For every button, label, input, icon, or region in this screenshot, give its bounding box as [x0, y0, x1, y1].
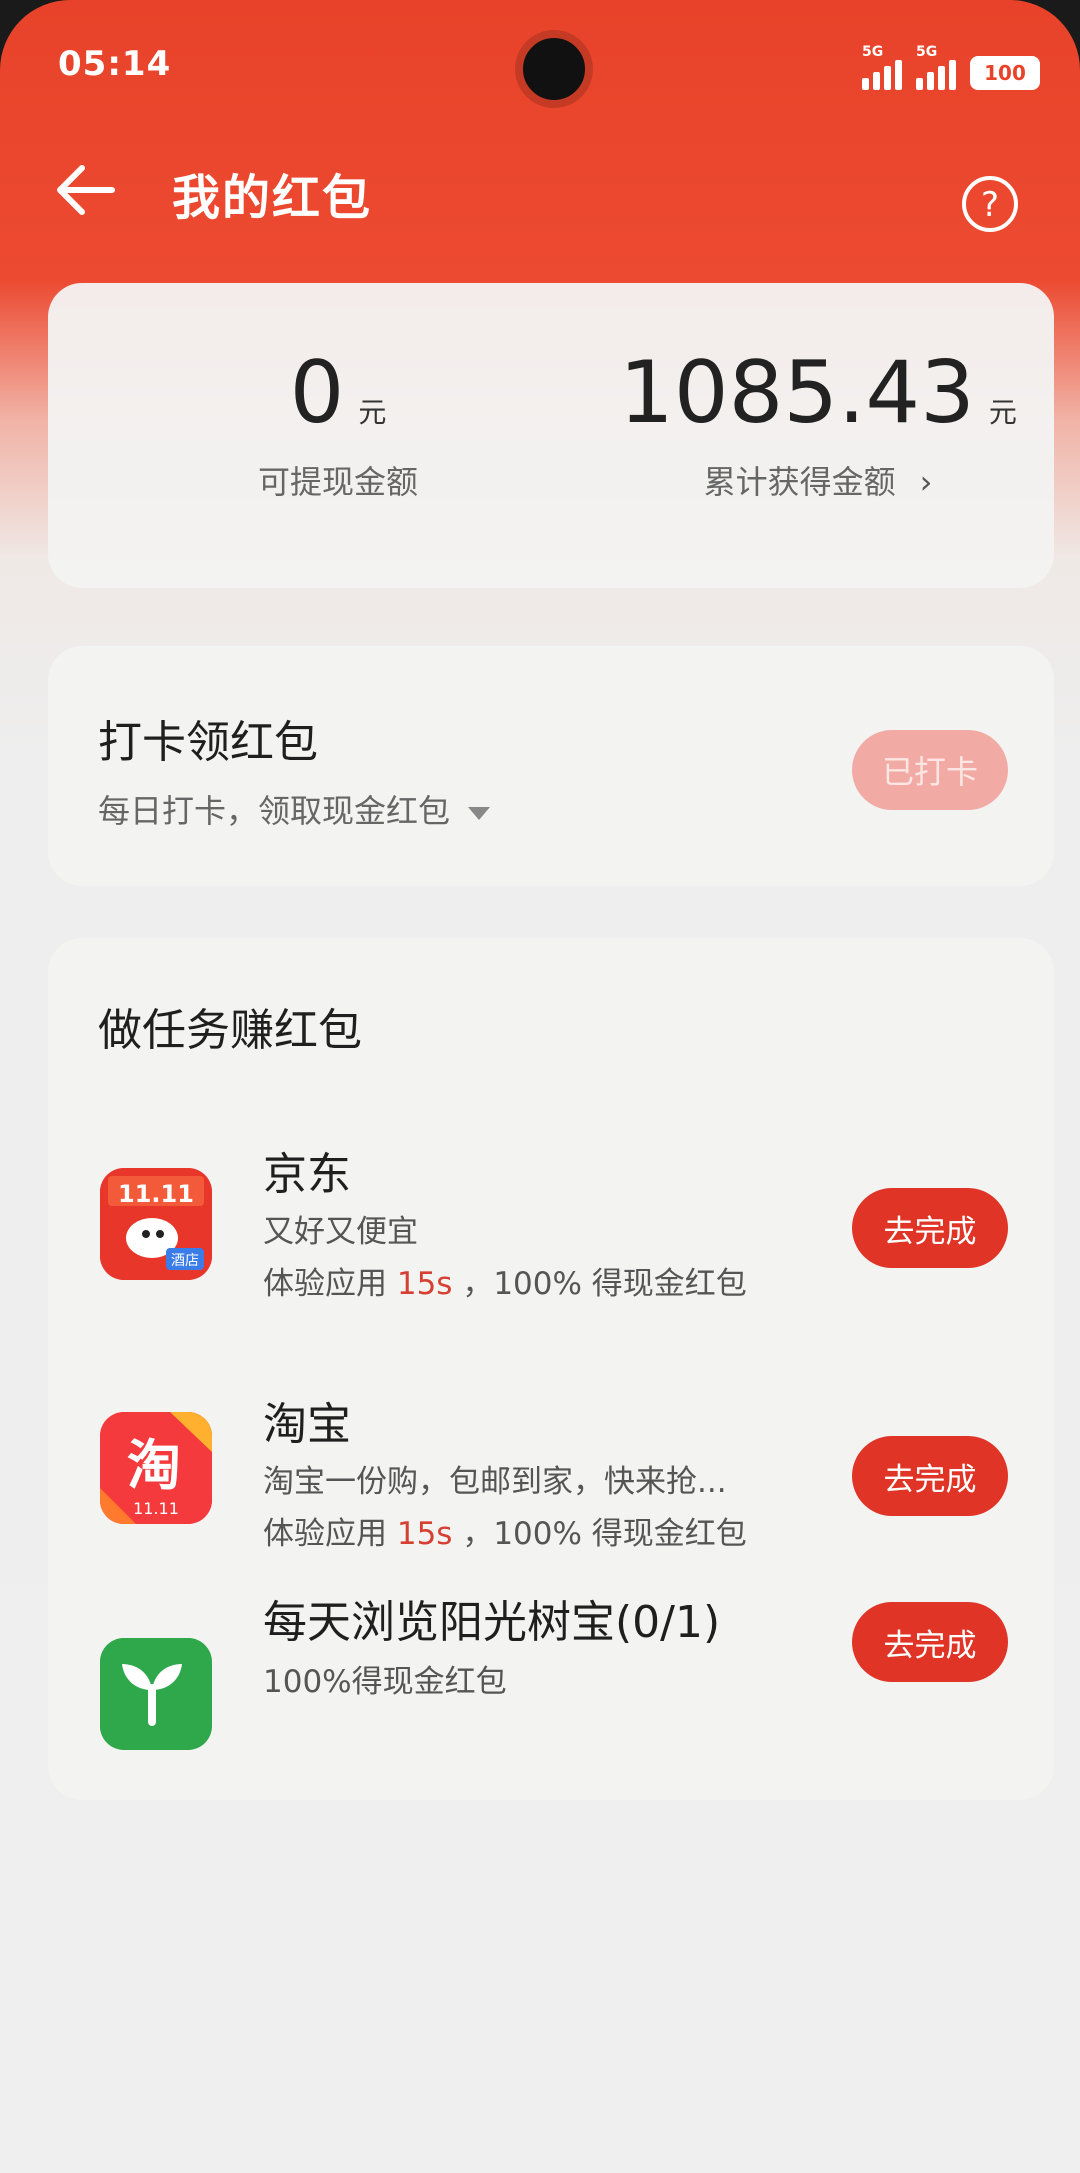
go-complete-button[interactable]: 去完成 — [852, 1436, 1008, 1516]
checkin-subtitle[interactable]: 每日打卡，领取现金红包 — [98, 786, 491, 832]
task-reward: 体验应用 15s ，100% 得现金红包 — [263, 1516, 747, 1552]
checkin-title: 打卡领红包 — [98, 717, 318, 768]
signal-icon: 5G — [862, 44, 902, 90]
status-time: 05:14 — [58, 44, 172, 84]
status-bar: 05:14 5G 5G 100 — [0, 0, 1080, 140]
jd-app-icon: 11.11 酒店 — [100, 1168, 212, 1280]
task-card: 做任务赚红包 11.11 酒店 京东 又好又便宜 体验应用 15s ，100% … — [48, 938, 1054, 1800]
taobao-icon-text: 淘 — [127, 1434, 181, 1497]
signal-icon: 5G — [916, 44, 956, 90]
task-reward: 体验应用 15s ，100% 得现金红包 — [263, 1266, 747, 1302]
chevron-right-icon: › — [919, 463, 933, 501]
withdrawable-unit: 元 — [358, 396, 387, 429]
checkin-card: 打卡领红包 每日打卡，领取现金红包 已打卡 — [48, 646, 1054, 886]
balance-card: 0元 可提现金额 1085.43 元 累计获得金额 › — [48, 283, 1054, 588]
withdrawable-balance: 0元 可提现金额 — [198, 343, 478, 503]
checked-in-button[interactable]: 已打卡 — [852, 730, 1008, 810]
phone-screen: 05:14 5G 5G 100 我的红包 ? 0 元 可提现金额 1085.43… — [0, 0, 1080, 2173]
svg-text:?: ? — [981, 185, 999, 225]
help-icon[interactable]: ? — [960, 174, 1020, 234]
battery-icon: 100 — [970, 56, 1040, 90]
go-complete-button[interactable]: 去完成 — [852, 1188, 1008, 1268]
checkin-subtitle-text: 每日打卡，领取现金红包 — [98, 792, 451, 830]
total-earned-unit: 元 — [988, 396, 1017, 429]
network-type-label: 5G — [916, 44, 938, 60]
taobao-icon-badge: 11.11 — [133, 1499, 179, 1518]
status-icons: 5G 5G 100 — [862, 44, 1040, 90]
jd-icon-text: 11.11 — [118, 1180, 194, 1208]
task-name: 每天浏览阳光树宝(0/1) — [263, 1597, 721, 1648]
task-desc: 淘宝一份购，包邮到家，快来抢... — [263, 1464, 727, 1500]
front-camera — [515, 30, 593, 108]
total-earned-amount: 1085.43 — [619, 343, 975, 443]
sprout-app-icon — [100, 1638, 212, 1750]
withdrawable-label: 可提现金额 — [257, 463, 418, 501]
taobao-app-icon: 淘 11.11 — [100, 1412, 212, 1524]
task-desc: 100%得现金红包 — [263, 1664, 507, 1700]
go-complete-button[interactable]: 去完成 — [852, 1602, 1008, 1682]
jd-icon-badge: 酒店 — [171, 1253, 199, 1269]
task-desc: 又好又便宜 — [263, 1214, 418, 1250]
total-earned-label-text: 累计获得金额 — [703, 463, 896, 501]
task-name: 京东 — [263, 1149, 351, 1200]
back-arrow-icon[interactable] — [52, 160, 122, 220]
task-name: 淘宝 — [263, 1399, 351, 1450]
total-earned-balance[interactable]: 1085.43 元 累计获得金额 › — [608, 343, 1028, 503]
task-section-title: 做任务赚红包 — [98, 1005, 362, 1056]
caret-down-icon[interactable] — [468, 806, 491, 820]
network-type-label: 5G — [862, 44, 884, 60]
withdrawable-amount: 0 — [289, 343, 345, 443]
app-header: 我的红包 ? — [0, 150, 1080, 232]
total-earned-label[interactable]: 累计获得金额 › — [608, 457, 1028, 503]
page-title: 我的红包 — [172, 170, 373, 226]
